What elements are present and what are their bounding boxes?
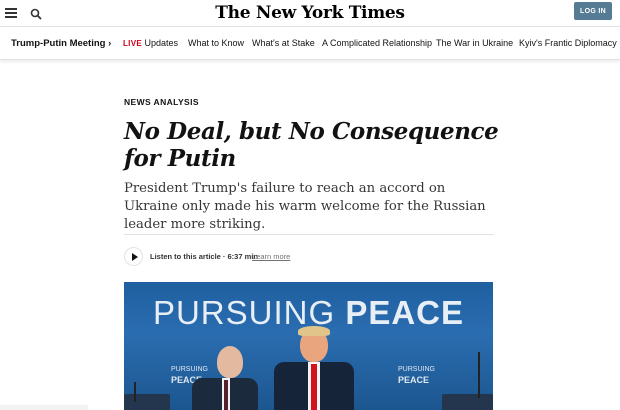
photo-small-logo-right: PURSUING PEACE — [398, 366, 435, 385]
lead-photo: PURSUING PEACE PURSUING PEACE PURSUING PEA… — [124, 282, 493, 410]
subnav-item-live-updates[interactable]: LIVE Updates — [123, 38, 178, 48]
podium-right — [442, 394, 493, 410]
live-badge: LIVE — [123, 39, 142, 48]
subnav-item-kyiv-diplomacy[interactable]: Kyiv's Frantic Diplomacy — [519, 38, 617, 48]
play-audio-button[interactable] — [124, 247, 143, 266]
subnav-story-title[interactable]: Trump-Putin Meeting › — [11, 38, 111, 49]
article-kicker: NEWS ANALYSIS — [124, 97, 199, 107]
subnav-item-what-to-know[interactable]: What to Know — [188, 38, 244, 48]
divider — [124, 234, 494, 235]
story-subnav: Trump-Putin Meeting › LIVE Updates What … — [0, 26, 620, 60]
article-headline: No Deal, but No Consequence for Putin — [124, 118, 499, 172]
learn-more-link[interactable]: Learn more — [252, 252, 290, 261]
podium-left — [124, 394, 170, 410]
subnav-item-whats-at-stake[interactable]: What's at Stake — [252, 38, 315, 48]
masthead: The New York Times LOG IN — [0, 0, 620, 26]
subnav-item-war-in-ukraine[interactable]: The War in Ukraine — [436, 38, 513, 48]
microphone — [478, 352, 480, 398]
play-icon — [132, 253, 138, 261]
page-edge — [0, 405, 88, 410]
nyt-logo[interactable]: The New York Times — [0, 3, 620, 23]
listen-label[interactable]: Listen to this article · 6:37 min — [150, 252, 258, 261]
microphone — [134, 382, 136, 402]
subnav-item-complicated-relationship[interactable]: A Complicated Relationship — [322, 38, 432, 48]
subnav-item-label: Updates — [144, 38, 179, 48]
login-button[interactable]: LOG IN — [574, 2, 612, 20]
article-summary: President Trump's failure to reach an ac… — [124, 181, 486, 232]
